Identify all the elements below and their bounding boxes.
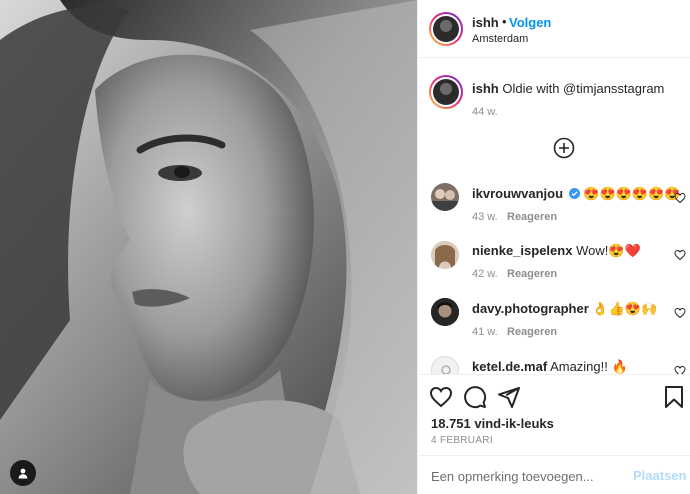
share-send-icon[interactable] (497, 385, 521, 409)
comment-bubble-icon[interactable] (463, 385, 487, 409)
post-photo[interactable] (0, 0, 417, 494)
bookmark-icon[interactable] (662, 385, 686, 409)
load-more-comments-icon[interactable] (553, 137, 575, 159)
post-actions: 18.751 vind-ik-leuks 4 FEBRUARI Plaatsen (418, 374, 690, 494)
location-link[interactable]: Amsterdam (472, 33, 528, 45)
comment-text: Wow!😍❤️ (576, 243, 641, 258)
like-comment-heart-icon[interactable] (674, 307, 686, 319)
like-heart-icon[interactable] (429, 385, 453, 409)
post-side-panel: ishh • Volgen Amsterdam ishh Oldie with … (417, 0, 690, 494)
comment-text: 😍😍😍😍😍😍 (583, 186, 681, 201)
verified-badge-icon (568, 188, 580, 199)
separator-dot: • (502, 14, 507, 29)
add-comment-bar: Plaatsen (418, 455, 690, 494)
comment: ikvrouwvanjou 😍😍😍😍😍😍 (472, 186, 680, 202)
caption-username[interactable]: ishh (472, 81, 499, 96)
comment-avatar[interactable] (431, 241, 459, 269)
author-avatar[interactable] (429, 12, 463, 46)
caption-avatar[interactable] (429, 75, 463, 109)
comment-text: Amazing!! 🔥 (550, 359, 628, 374)
caption-text: Oldie with @timjansstagram (502, 81, 665, 96)
user-icon (18, 468, 28, 479)
comment-username[interactable]: ikvrouwvanjou (472, 186, 563, 201)
comment-username[interactable]: nienke_ispelenx (472, 243, 572, 258)
comment: ketel.de.maf Amazing!! 🔥 (472, 359, 628, 375)
comment: davy.photographer 👌👍😍🙌 (472, 301, 657, 317)
portrait-image (0, 0, 417, 494)
author-username[interactable]: ishh (472, 15, 499, 30)
caption-time[interactable]: 44 w. (472, 106, 498, 118)
comment-username[interactable]: davy.photographer (472, 301, 589, 316)
comment-time[interactable]: 42 w. (472, 268, 498, 280)
likes-count[interactable]: 18.751 vind-ik-leuks (431, 416, 554, 431)
like-comment-heart-icon[interactable] (674, 249, 686, 261)
follow-button[interactable]: Volgen (509, 15, 551, 30)
comment-time[interactable]: 43 w. (472, 211, 498, 223)
reply-button[interactable]: Reageren (507, 326, 557, 338)
post-header: ishh • Volgen Amsterdam (418, 0, 690, 58)
comment-time[interactable]: 41 w. (472, 326, 498, 338)
comment-username[interactable]: ketel.de.maf (472, 359, 547, 374)
reply-button[interactable]: Reageren (507, 211, 557, 223)
like-comment-heart-icon[interactable] (674, 192, 686, 204)
caption: ishh Oldie with @timjansstagram (472, 81, 682, 96)
comment-avatar[interactable] (431, 183, 459, 211)
comment-avatar[interactable] (431, 298, 459, 326)
comment: nienke_ispelenx Wow!😍❤️ (472, 243, 641, 259)
tagged-user-button[interactable] (10, 460, 36, 486)
post-comment-button[interactable]: Plaatsen (633, 468, 686, 483)
comment-input[interactable] (431, 466, 621, 486)
reply-button[interactable]: Reageren (507, 268, 557, 280)
post-date[interactable]: 4 FEBRUARI (431, 435, 493, 446)
comment-text: 👌👍😍🙌 (592, 301, 658, 316)
